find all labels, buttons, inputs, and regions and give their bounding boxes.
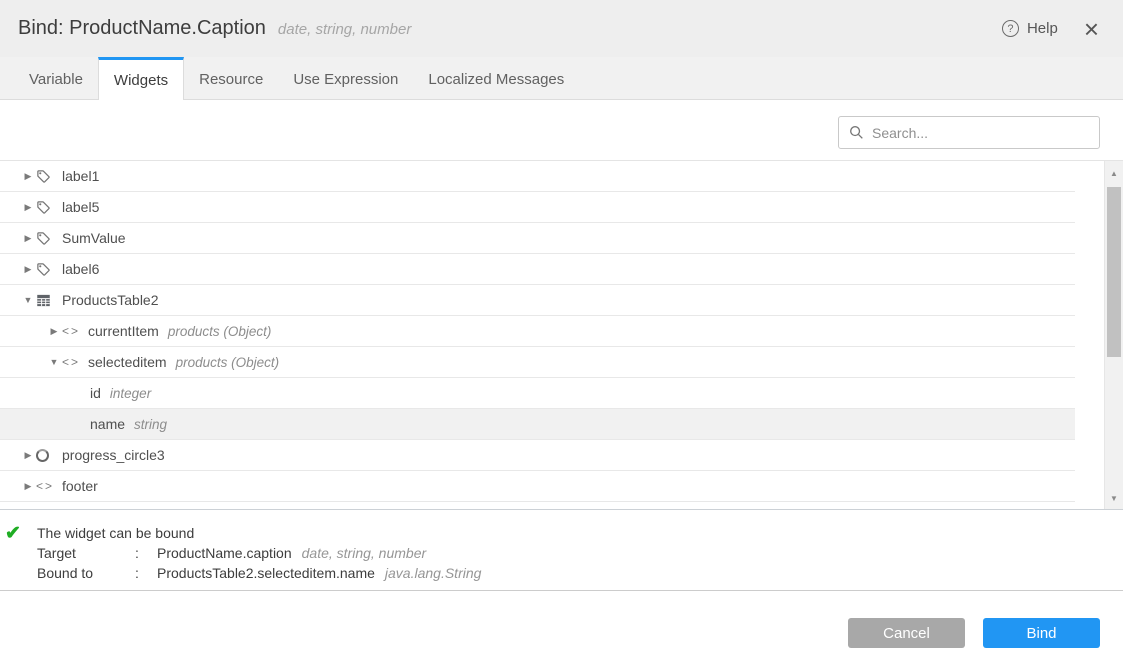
tree-row-type: integer [110, 386, 151, 401]
scroll-down-arrow[interactable]: ▼ [1105, 494, 1123, 503]
tree-row-label: id [90, 385, 101, 401]
tab-widgets[interactable]: Widgets [98, 57, 184, 100]
tab-bar: Variable Widgets Resource Use Expression… [0, 57, 1123, 100]
tree-row-label: label6 [62, 261, 99, 277]
dialog-header: Bind: ProductName.Caption date, string, … [0, 0, 1123, 57]
tab-resource[interactable]: Resource [184, 57, 278, 99]
table-icon [36, 293, 60, 308]
expander-icon[interactable]: ▼ [20, 295, 36, 305]
success-check-icon: ✔ [5, 522, 21, 545]
tab-use-expression[interactable]: Use Expression [278, 57, 413, 99]
header-actions: ? Help × [1002, 19, 1099, 39]
object-icon: <> [36, 479, 60, 493]
status-message: The widget can be bound [37, 523, 1123, 543]
tree-row-currentItem[interactable]: ▶ <> currentItem products (Object) [0, 316, 1075, 347]
tag-icon [36, 262, 51, 277]
tree-row-footer[interactable]: ▶ <> footer [0, 471, 1075, 502]
bind-dialog: Bind: ProductName.Caption date, string, … [0, 0, 1123, 671]
status-boundto-type: java.lang.String [385, 565, 482, 581]
status-target-label: Target [37, 543, 135, 563]
tag-icon [36, 200, 51, 215]
expander-icon[interactable]: ▶ [20, 264, 36, 275]
tab-variable[interactable]: Variable [14, 57, 98, 99]
tree-row-label: ProductsTable2 [62, 292, 159, 308]
tree-row-id[interactable]: id integer [0, 378, 1075, 409]
help-label: Help [1027, 20, 1058, 37]
expander-icon[interactable]: ▶ [20, 481, 36, 492]
dialog-footer: Cancel Bind [0, 591, 1123, 671]
tree-row-name[interactable]: name string [0, 409, 1075, 440]
tree-row-label: label5 [62, 199, 99, 215]
object-icon: <> [62, 324, 80, 338]
scrollbar[interactable]: ▲ ▼ [1104, 161, 1123, 509]
expander-icon[interactable]: ▶ [20, 233, 36, 244]
expander-icon[interactable]: ▶ [46, 326, 62, 337]
status-target-value: ProductName.captiondate, string, number [157, 543, 1123, 563]
tree-row-label: name [90, 416, 125, 432]
dialog-subtitle: date, string, number [278, 21, 411, 38]
help-icon: ? [1002, 20, 1019, 37]
status-colon: : [135, 543, 157, 563]
tree-row-label5[interactable]: ▶ label5 [0, 192, 1075, 223]
tag-icon [36, 169, 51, 184]
object-icon: <> [62, 324, 86, 338]
scroll-up-arrow[interactable]: ▲ [1105, 169, 1123, 178]
tag-icon [36, 231, 60, 246]
help-button[interactable]: ? Help [1002, 20, 1058, 37]
tag-icon [36, 169, 60, 184]
circle-icon [36, 449, 60, 462]
close-icon[interactable]: × [1084, 19, 1099, 39]
status-panel: ✔ The widget can be bound Target : Produ… [0, 510, 1123, 590]
table-icon [36, 293, 51, 308]
tree-row-label1[interactable]: ▶ label1 [0, 161, 1075, 192]
tree-row-SumValue[interactable]: ▶ SumValue [0, 223, 1075, 254]
status-boundto-label: Bound to [37, 563, 135, 583]
search-input[interactable] [872, 125, 1089, 141]
tree-row-label: footer [62, 478, 98, 494]
tree-row-label6[interactable]: ▶ label6 [0, 254, 1075, 285]
tree-row-type: products (Object) [168, 324, 272, 339]
cancel-button[interactable]: Cancel [848, 618, 965, 648]
tree-row-label: selecteditem [88, 354, 167, 370]
status-boundto-row: Bound to : ProductsTable2.selecteditem.n… [37, 563, 1123, 583]
object-icon: <> [62, 355, 80, 369]
tree-row-type: products (Object) [176, 355, 280, 370]
tag-icon [36, 231, 51, 246]
status-boundto-value: ProductsTable2.selecteditem.namejava.lan… [157, 563, 1123, 583]
widget-tree: ▶ label1 ▶ label5 ▶ SumValue ▶ label6 ▼ … [0, 160, 1123, 510]
search-icon [849, 125, 864, 140]
dialog-title: Bind: ProductName.Caption [18, 17, 266, 40]
status-target-row: Target : ProductName.captiondate, string… [37, 543, 1123, 563]
object-icon: <> [62, 355, 86, 369]
expander-icon[interactable]: ▶ [20, 450, 36, 461]
expander-icon[interactable]: ▶ [20, 202, 36, 213]
tree-row-label: currentItem [88, 323, 159, 339]
bind-button[interactable]: Bind [983, 618, 1100, 648]
tree-row-label: SumValue [62, 230, 126, 246]
expander-icon[interactable]: ▼ [46, 357, 62, 367]
tree-row-selecteditem[interactable]: ▼ <> selecteditem products (Object) [0, 347, 1075, 378]
tree-row-type: string [134, 417, 167, 432]
expander-icon[interactable]: ▶ [20, 171, 36, 182]
search-box[interactable] [838, 116, 1100, 149]
title-group: Bind: ProductName.Caption date, string, … [18, 17, 411, 40]
tree-row-progress_circle3[interactable]: ▶ progress_circle3 [0, 440, 1075, 471]
object-icon: <> [36, 479, 54, 493]
tag-icon [36, 200, 60, 215]
tree-rows: ▶ label1 ▶ label5 ▶ SumValue ▶ label6 ▼ … [0, 161, 1075, 502]
progress-circle-icon [36, 449, 49, 462]
scroll-thumb[interactable] [1107, 187, 1121, 357]
search-band [0, 100, 1123, 160]
tree-row-ProductsTable2[interactable]: ▼ ProductsTable2 [0, 285, 1075, 316]
status-target-type: date, string, number [302, 545, 427, 561]
tree-row-label: label1 [62, 168, 99, 184]
tag-icon [36, 262, 60, 277]
tree-row-label: progress_circle3 [62, 447, 165, 463]
status-colon: : [135, 563, 157, 583]
tab-localized-messages[interactable]: Localized Messages [413, 57, 579, 99]
